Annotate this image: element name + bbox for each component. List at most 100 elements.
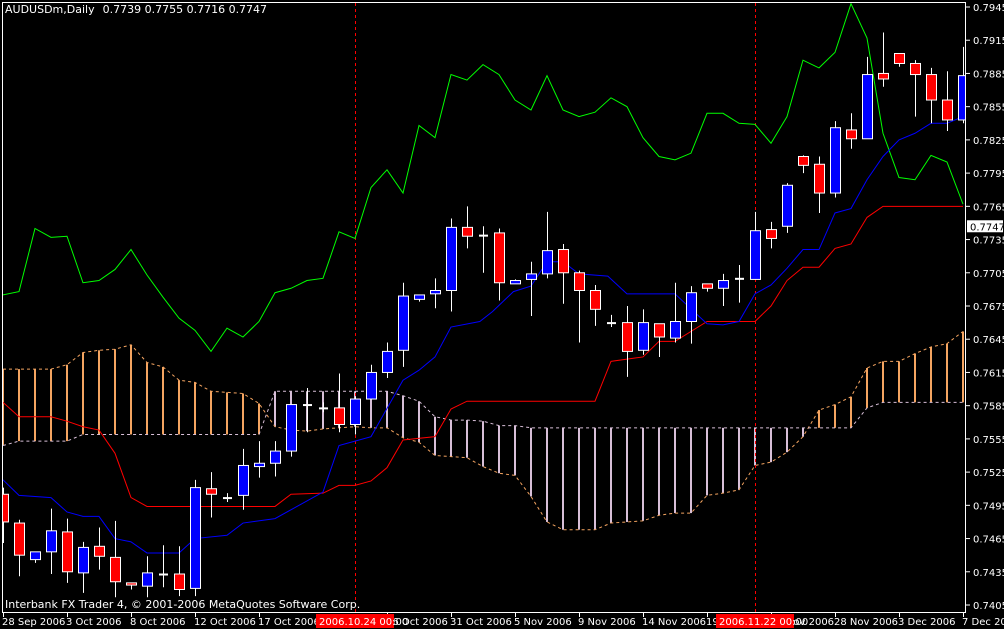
plot-frame <box>2 2 966 613</box>
candle <box>334 373 345 433</box>
current-price-label: 0.7747 <box>970 222 1004 233</box>
candle <box>542 211 553 279</box>
bull-candle-body <box>862 74 873 140</box>
bull-candle-body <box>78 546 89 574</box>
time-axis[interactable]: 28 Sep 2006 3 Oct 2006 8 Oct 2006 12 Oct 20… <box>2 612 1004 628</box>
symbol-timeframe: AUDUSDm,Daily <box>5 3 95 16</box>
price-tick-label: 0.7885 <box>973 69 1004 80</box>
candle <box>159 545 168 588</box>
bear-candle-body <box>942 99 953 121</box>
candle <box>862 56 873 140</box>
candle <box>30 551 41 563</box>
candles <box>3 32 966 598</box>
bear-candle-body <box>94 545 105 557</box>
price-tick-label: 0.7495 <box>973 501 1004 512</box>
price-tick-label: 0.7585 <box>973 402 1004 413</box>
candle <box>590 284 601 326</box>
price-chart[interactable]: 0.7945 0.7915 0.7885 0.7855 0.7825 0.7795 0.77… <box>0 0 1004 629</box>
time-tick-label: 7 Dec 2006 <box>962 617 1004 628</box>
bull-candle-body <box>830 127 841 194</box>
candle <box>526 261 537 316</box>
candle <box>254 441 265 478</box>
time-tick-label: 3 Dec 2006 <box>898 617 956 628</box>
candle <box>46 508 57 574</box>
candle <box>462 206 473 249</box>
candle <box>110 520 121 598</box>
candle <box>479 226 488 273</box>
time-tick-label: 8 Oct 2006 <box>130 617 185 628</box>
candle <box>494 228 505 301</box>
bear-candle-body <box>126 582 137 586</box>
candle <box>238 448 249 510</box>
bear-candle-body <box>462 226 473 237</box>
bull-candle-body <box>30 551 41 561</box>
bull-candle-body <box>638 322 649 351</box>
bull-candle-body <box>270 450 281 464</box>
bear-candle-body <box>926 74 937 101</box>
candle <box>654 323 665 357</box>
candle <box>14 519 25 577</box>
candle <box>574 270 585 343</box>
bull-candle-body <box>414 294 425 300</box>
candle <box>846 113 857 149</box>
bull-candle-body <box>190 487 201 589</box>
time-tick-label: 28 Nov 2006 <box>834 617 898 628</box>
price-tick-label: 0.7675 <box>973 302 1004 313</box>
price-axis[interactable]: 0.7945 0.7915 0.7885 0.7855 0.7825 0.7795 0.77… <box>966 3 1004 612</box>
bull-candle-body <box>350 398 361 425</box>
candle <box>926 67 937 124</box>
time-tick-label: 31 Oct 2006 <box>450 617 512 628</box>
candle <box>910 60 921 117</box>
price-tick-label: 0.7525 <box>973 468 1004 479</box>
bear-candle-body <box>846 129 857 140</box>
candle <box>3 487 9 543</box>
bear-candle-body <box>14 522 25 556</box>
bear-candle-body <box>558 249 569 274</box>
time-tick-label: 3 Oct 2006 <box>66 617 121 628</box>
bull-candle-body <box>686 292 697 323</box>
bull-candle-body <box>254 462 265 468</box>
candle <box>382 342 393 378</box>
candle <box>350 396 361 435</box>
bear-candle-body <box>3 493 9 523</box>
price-tick-label: 0.7825 <box>973 136 1004 147</box>
candle <box>430 278 441 309</box>
candle <box>174 546 185 597</box>
candle <box>878 32 889 87</box>
copyright-footer: Interbank FX Trader 4, © 2001-2006 MetaQ… <box>5 598 361 611</box>
price-tick-label: 0.7705 <box>973 269 1004 280</box>
price-tick-label: 0.7945 <box>973 3 1004 14</box>
price-tick-label: 0.7435 <box>973 568 1004 579</box>
bear-candle-body <box>910 62 921 76</box>
bear-candle-body <box>798 156 809 166</box>
bull-candle-body <box>382 350 393 373</box>
bear-candle-body <box>110 556 121 583</box>
bull-candle-body <box>718 280 729 289</box>
bull-candle-body <box>430 289 441 295</box>
price-tick-label: 0.7735 <box>973 236 1004 247</box>
bull-candle-body <box>670 321 681 339</box>
candle <box>126 582 137 590</box>
bear-candle-body <box>654 323 665 338</box>
bull-candle-body <box>142 572 153 587</box>
candle <box>303 387 312 433</box>
price-tick-label: 0.7765 <box>973 202 1004 213</box>
bull-candle-body <box>542 250 553 275</box>
price-tick-label: 0.7915 <box>973 36 1004 47</box>
bear-candle-body <box>894 53 905 64</box>
bear-candle-body <box>62 531 73 573</box>
candle <box>62 518 73 583</box>
price-tick-label: 0.7855 <box>973 103 1004 114</box>
bear-candle-body <box>590 289 601 310</box>
price-tick-label: 0.7795 <box>973 169 1004 180</box>
candle <box>830 121 841 198</box>
bear-candle-body <box>766 229 777 239</box>
candle <box>510 279 521 285</box>
bear-candle-body <box>494 232 505 284</box>
bear-candle-body <box>334 407 345 425</box>
bull-candle-body <box>526 273 537 280</box>
candle <box>766 221 777 249</box>
candle <box>686 286 697 344</box>
candle <box>319 402 328 413</box>
bull-candle-body <box>46 530 57 553</box>
